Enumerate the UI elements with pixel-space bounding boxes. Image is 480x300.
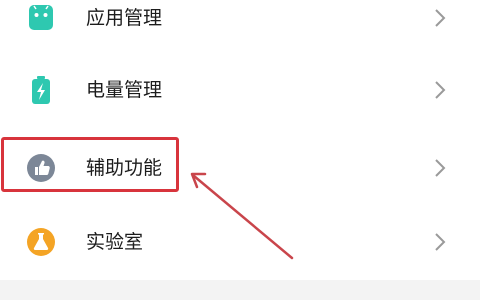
settings-item-accessibility[interactable]: 辅助功能 — [0, 140, 480, 196]
android-icon — [29, 5, 53, 30]
chevron-right-icon — [435, 233, 446, 251]
settings-item-label: 电量管理 — [86, 79, 163, 101]
settings-item-battery-management[interactable]: 电量管理 — [0, 62, 480, 118]
settings-item-label: 应用管理 — [86, 7, 163, 29]
settings-item-label: 辅助功能 — [86, 157, 163, 179]
chevron-right-icon — [435, 159, 446, 177]
chevron-right-icon — [435, 9, 446, 27]
settings-item-label: 实验室 — [86, 231, 144, 253]
list-bottom-separator — [0, 280, 480, 300]
chevron-right-icon — [435, 81, 446, 99]
settings-item-lab[interactable]: 实验室 — [0, 214, 480, 270]
settings-screen: 应用管理 电量管理 辅助功能 实验室 — [0, 0, 480, 300]
thumbs-up-icon — [27, 154, 55, 182]
settings-item-app-management[interactable]: 应用管理 — [0, 0, 480, 46]
battery-icon — [32, 76, 50, 104]
flask-icon — [27, 228, 55, 256]
